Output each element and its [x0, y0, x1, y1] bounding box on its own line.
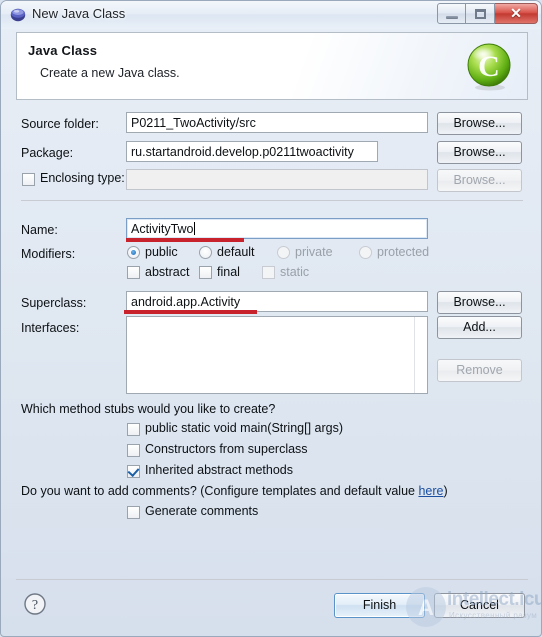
- window-controls: ✕: [437, 3, 538, 25]
- page-title: Java Class: [28, 43, 98, 58]
- modifier-label-default: default: [217, 245, 255, 259]
- method-stubs-question: Which method stubs would you like to cre…: [21, 402, 276, 416]
- minimize-button[interactable]: [437, 3, 466, 24]
- modifiers-label: Modifiers:: [21, 247, 76, 261]
- modifier-label-final: final: [217, 265, 240, 279]
- text-caret: [193, 222, 195, 235]
- footer-divider: [16, 579, 528, 580]
- modifier-label-public: public: [145, 245, 178, 259]
- interfaces-listbox[interactable]: [126, 316, 428, 394]
- svg-text:C: C: [478, 50, 500, 83]
- stub-checkbox-inherited[interactable]: [127, 465, 140, 478]
- svg-text:?: ?: [32, 598, 38, 613]
- cancel-button[interactable]: Cancel: [434, 593, 525, 618]
- superclass-annotation-underline: [124, 310, 257, 314]
- close-icon: ✕: [510, 5, 522, 21]
- modifier-checkbox-static: [262, 266, 275, 279]
- enclosing-type-checkbox[interactable]: [22, 173, 35, 186]
- interfaces-label: Interfaces:: [21, 321, 80, 335]
- wizard-body: Source folder: P0211_TwoActivity/src Bro…: [16, 101, 528, 576]
- help-icon[interactable]: ?: [23, 592, 47, 616]
- source-folder-label: Source folder:: [21, 117, 99, 131]
- wizard-header: Java Class Create a new Java class. C: [16, 32, 528, 100]
- name-annotation-underline: [126, 238, 244, 242]
- source-folder-input[interactable]: P0211_TwoActivity/src: [126, 112, 428, 133]
- eclipse-sphere-icon: [10, 7, 26, 23]
- stub-checkbox-constructors[interactable]: [127, 444, 140, 457]
- window-title: New Java Class: [32, 6, 126, 21]
- enclosing-type-browse-button: Browse...: [437, 169, 522, 192]
- stub-label-inherited: Inherited abstract methods: [145, 463, 293, 477]
- modifier-radio-public[interactable]: [127, 246, 140, 259]
- close-button[interactable]: ✕: [495, 3, 538, 24]
- modifier-radio-protected: [359, 246, 372, 259]
- interfaces-scrollbar[interactable]: [414, 317, 427, 393]
- superclass-input[interactable]: android.app.Activity: [126, 291, 428, 312]
- green-class-c-icon: C: [465, 42, 515, 92]
- generate-comments-checkbox[interactable]: [127, 506, 140, 519]
- name-input-value: ActivityTwo: [131, 222, 194, 236]
- title-bar: New Java Class ✕: [1, 1, 541, 29]
- interfaces-add-button[interactable]: Add...: [437, 316, 522, 339]
- comments-question-pre: Do you want to add comments? (Configure …: [21, 484, 419, 498]
- package-label: Package:: [21, 146, 74, 160]
- name-label: Name:: [21, 223, 58, 237]
- maximize-button[interactable]: [466, 3, 495, 24]
- modifier-label-static: static: [280, 265, 310, 279]
- comments-question: Do you want to add comments? (Configure …: [21, 484, 448, 498]
- modifier-label-protected: protected: [377, 245, 430, 259]
- superclass-label: Superclass:: [21, 296, 87, 310]
- finish-button[interactable]: Finish: [334, 593, 425, 618]
- modifier-checkbox-abstract[interactable]: [127, 266, 140, 279]
- modifier-label-abstract: abstract: [145, 265, 190, 279]
- enclosing-type-label: Enclosing type:: [40, 171, 125, 185]
- configure-templates-link[interactable]: here: [418, 484, 443, 498]
- name-input[interactable]: ActivityTwo: [126, 218, 428, 239]
- interfaces-remove-button: Remove: [437, 359, 522, 382]
- enclosing-type-input[interactable]: [126, 169, 428, 190]
- comments-question-post: ): [443, 484, 448, 498]
- package-browse-button[interactable]: Browse...: [437, 141, 522, 164]
- generate-comments-label: Generate comments: [145, 504, 259, 518]
- minimize-icon: [446, 16, 458, 19]
- source-folder-browse-button[interactable]: Browse...: [437, 112, 522, 135]
- stub-label-constructors: Constructors from superclass: [145, 442, 308, 456]
- new-java-class-dialog: New Java Class ✕ Java Class Create a new…: [0, 0, 542, 637]
- modifier-radio-default[interactable]: [199, 246, 212, 259]
- stub-label-main: public static void main(String[] args): [145, 421, 343, 435]
- maximize-icon: [475, 9, 486, 19]
- modifier-radio-private: [277, 246, 290, 259]
- page-subtitle: Create a new Java class.: [40, 66, 180, 80]
- stub-checkbox-main[interactable]: [127, 423, 140, 436]
- modifier-label-private: private: [295, 245, 333, 259]
- divider-1: [21, 200, 523, 201]
- modifier-checkbox-final[interactable]: [199, 266, 212, 279]
- superclass-browse-button[interactable]: Browse...: [437, 291, 522, 314]
- package-input[interactable]: ru.startandroid.develop.p0211twoactivity: [126, 141, 378, 162]
